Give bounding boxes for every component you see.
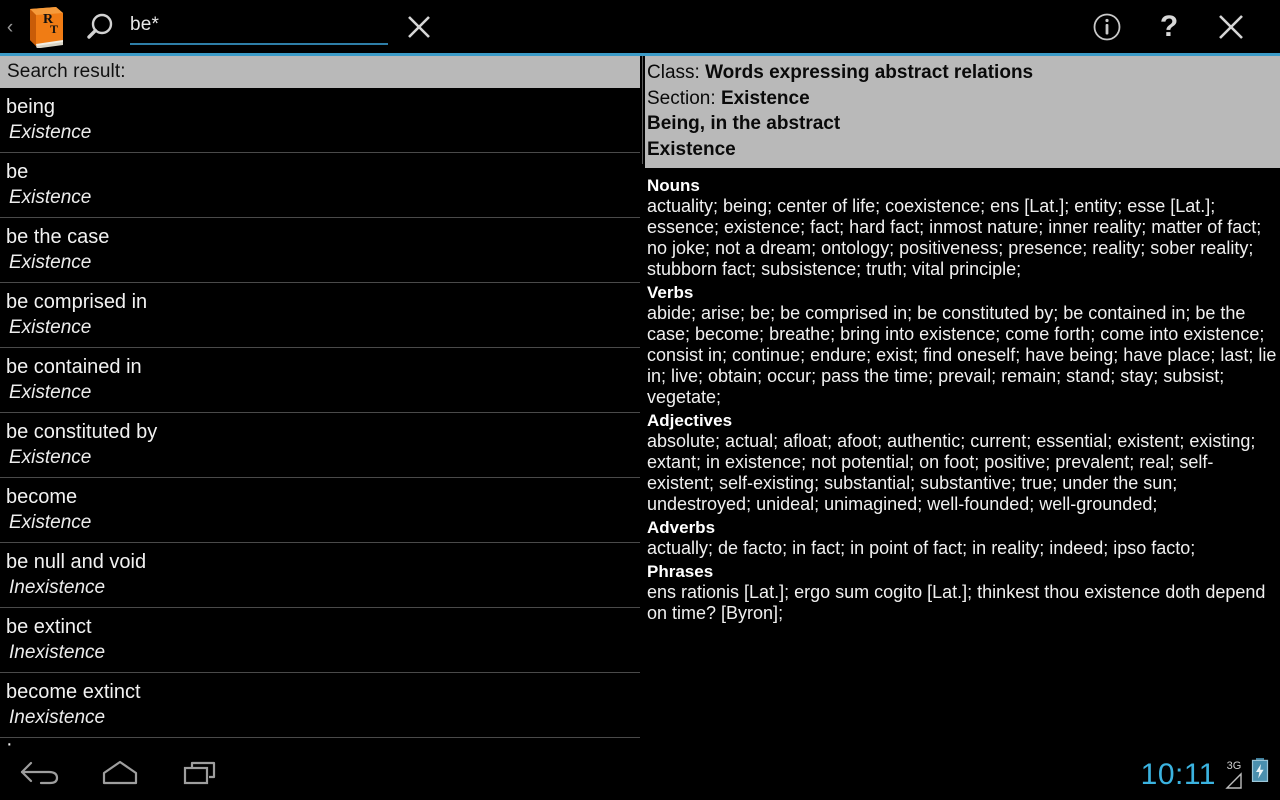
result-row[interactable]: become Existence <box>0 478 640 543</box>
result-row[interactable]: being Existence <box>0 88 640 153</box>
nav-home-button[interactable] <box>80 746 160 800</box>
back-chevron-icon[interactable]: ‹ <box>2 18 18 37</box>
part-of-speech-heading: Adverbs <box>647 518 716 537</box>
part-of-speech-heading: Phrases <box>647 562 714 581</box>
result-row[interactable]: be comprised in Existence <box>0 283 640 348</box>
result-category: Existence <box>9 317 92 338</box>
part-of-speech-heading: Verbs <box>647 283 694 302</box>
nav-back-button[interactable] <box>0 746 80 800</box>
entry-section-value: Existence <box>720 87 810 109</box>
result-word: be constituted by <box>6 421 158 443</box>
info-icon <box>1093 13 1121 41</box>
result-word: be the case <box>6 226 110 248</box>
entry-heading-secondary: Existence <box>647 138 736 160</box>
back-arrow-icon <box>20 761 59 785</box>
entry-class-line: Class: Words expressing abstract relatio… <box>647 60 1280 86</box>
app-logo[interactable]: R T <box>18 4 70 50</box>
result-category: Existence <box>9 122 92 143</box>
search-input-value: be* <box>130 14 160 35</box>
result-category: Existence <box>9 252 92 273</box>
network-indicator: 3G <box>1224 759 1244 790</box>
search-input-field[interactable]: be* <box>130 5 430 49</box>
recent-apps-icon <box>183 761 216 785</box>
result-row[interactable]: be null and void Inexistence <box>0 543 640 608</box>
result-word: be <box>6 161 29 183</box>
home-icon <box>102 760 138 785</box>
entry-detail-header: Class: Words expressing abstract relatio… <box>645 56 1280 168</box>
result-category: Inexistence <box>9 642 106 663</box>
part-of-speech-heading: Nouns <box>647 176 700 195</box>
search-results-pane: Search result: being Existence be Existence… <box>0 56 640 746</box>
result-category: Existence <box>9 382 92 403</box>
result-word: being <box>6 96 55 118</box>
network-type-label: 3G <box>1226 759 1242 772</box>
status-clock: 10:11 <box>1140 757 1216 791</box>
help-button[interactable]: ? <box>1138 0 1200 54</box>
result-category: Existence <box>9 512 92 533</box>
entry-heading-primary: Being, in the abstract <box>647 113 841 134</box>
result-category: Existence <box>9 187 92 208</box>
result-word: become <box>6 486 78 508</box>
clear-search-icon[interactable] <box>402 10 436 44</box>
toolbar-actions: ? <box>1076 0 1262 54</box>
system-status-area: 10:11 3G <box>1141 757 1270 790</box>
help-icon: ? <box>1159 10 1179 43</box>
nav-recents-button[interactable] <box>160 746 240 800</box>
result-row[interactable]: be extinct Inexistence <box>0 608 640 673</box>
search-bar[interactable]: be* <box>84 0 1076 54</box>
entry-section-line: Section: Existence <box>647 86 1280 112</box>
entry-section-label: Section: <box>647 87 716 109</box>
app-toolbar: ‹ R T be* ? <box>0 0 1280 54</box>
svg-text:T: T <box>50 22 58 36</box>
synonym-list: actually; de facto; in fact; in point of… <box>647 538 1196 558</box>
entry-class-value: Words expressing abstract relations <box>705 62 1034 83</box>
result-row[interactable]: be Existence <box>0 153 640 218</box>
search-results-header: Search result: <box>0 56 640 88</box>
result-category: Inexistence <box>9 707 106 728</box>
system-navigation-bar: 10:11 3G <box>0 746 1280 800</box>
result-row[interactable]: become extinct Inexistence <box>0 673 640 738</box>
entry-detail-pane: Class: Words expressing abstract relatio… <box>645 56 1280 746</box>
result-word: be extinct <box>6 616 92 638</box>
result-word: be comprised in <box>6 291 148 313</box>
result-row[interactable]: be the case Existence <box>0 218 640 283</box>
close-button[interactable] <box>1200 0 1262 54</box>
result-word: be null and void <box>6 551 147 573</box>
search-icon <box>84 0 124 54</box>
result-category: Inexistence <box>9 577 106 598</box>
entry-class-label: Class: <box>647 62 700 83</box>
result-word: · <box>6 738 640 746</box>
battery-charging-icon <box>1251 757 1269 782</box>
synonym-list: actuality; being; center of life; coexis… <box>647 196 1262 279</box>
synonym-list: absolute; actual; afloat; afoot; authent… <box>647 431 1256 514</box>
result-row[interactable]: · <box>0 738 640 746</box>
result-row[interactable]: be contained in Existence <box>0 348 640 413</box>
synonym-list: ens rationis [Lat.]; ergo sum cogito [La… <box>647 582 1266 623</box>
result-word: be contained in <box>6 356 142 378</box>
entry-detail-body: Nouns actuality; being; center of life; c… <box>645 168 1280 624</box>
search-results-list[interactable]: being Existence be Existence be the case Exis… <box>0 88 640 746</box>
synonym-list: abide; arise; be; be comprised in; be co… <box>647 303 1277 407</box>
info-button[interactable] <box>1076 0 1138 54</box>
close-icon <box>1219 15 1243 39</box>
app-root: ‹ R T be* ? Search result: being Existen… <box>0 0 1280 800</box>
part-of-speech-heading: Adjectives <box>647 411 733 430</box>
result-word: become extinct <box>6 681 141 703</box>
signal-triangle-icon <box>1225 771 1242 789</box>
result-category: Existence <box>9 447 92 468</box>
search-underline <box>130 43 388 45</box>
result-row[interactable]: be constituted by Existence <box>0 413 640 478</box>
battery-indicator <box>1250 757 1270 788</box>
book-icon: R T <box>30 7 63 48</box>
